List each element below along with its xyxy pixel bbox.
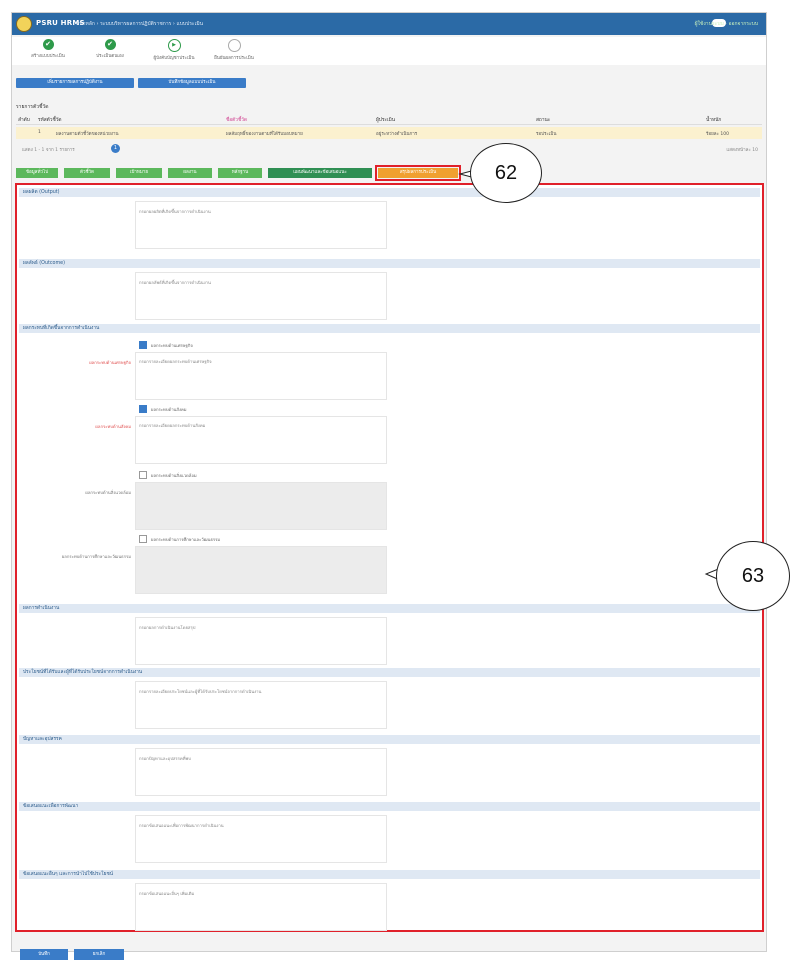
step-label: สร้างแบบประเมิน <box>31 54 65 59</box>
step-label: ประเมินตนเอง <box>96 54 124 59</box>
col-header: ชื่อตัวชี้วัด <box>226 118 248 123</box>
col-header: น้ำหนัก <box>706 118 722 123</box>
field-placeholder: กรอกข้อเสนอแนะเพื่อการพัฒนาการดำเนินงาน <box>139 823 224 828</box>
breadcrumb[interactable]: หน้าหลัก › ระบบบริหารผลการปฏิบัติราชการ … <box>76 20 203 28</box>
field-label: ผลกระทบด้านเศรษฐกิจ <box>89 360 131 365</box>
page-button[interactable]: 1 <box>111 144 120 153</box>
pagination-info: แสดง 1 - 1 จาก 1 รายการ <box>22 148 75 153</box>
user-menu[interactable]: ผู้ใช้งานระบบ · ออกจากระบบ <box>695 20 758 28</box>
field-placeholder: กรอกปัญหาและอุปสรรคที่พบ <box>139 756 191 761</box>
field-placeholder: กรอกผลลัพธ์ที่เกิดขึ้นจากการดำเนินงาน <box>139 280 211 285</box>
tab-5[interactable]: แผนพัฒนาและข้อเสนอแนะ <box>268 168 372 178</box>
field-placeholder: กรอกผลการดำเนินงานโดยสรุป <box>139 625 196 630</box>
checkbox[interactable] <box>139 471 147 479</box>
checkbox[interactable] <box>139 341 147 349</box>
tab-0[interactable]: ข้อมูลทั่วไป <box>16 168 58 178</box>
row-cell: รอประเมิน <box>536 132 557 137</box>
tab-2[interactable]: เป้าหมาย <box>116 168 162 178</box>
section-title: ข้อเสนอแนะเพื่อการพัฒนา <box>19 802 760 811</box>
checkbox[interactable] <box>139 535 147 543</box>
cancel-button[interactable]: ยกเลิก <box>74 949 124 960</box>
field-placeholder: กรอกผลผลิตที่เกิดขึ้นจากการดำเนินงาน <box>139 209 211 214</box>
field-placeholder: กรอกรายละเอียดผลกระทบด้านสังคม <box>139 423 206 428</box>
row-cell: ร้อยละ 100 <box>706 132 729 137</box>
list-caption: รายการตัวชี้วัด <box>16 104 49 110</box>
app-window: PSRU HRMS หน้าหลัก › ระบบบริหารผลการปฏิบ… <box>11 12 767 960</box>
col-header: ผู้ประเมิน <box>376 118 396 123</box>
save-form-button[interactable]: บันทึกข้อมูลแบบประเมิน <box>138 78 246 88</box>
row-cell: 1 <box>38 130 41 135</box>
checkbox-label: ผลกระทบด้านเศรษฐกิจ <box>151 343 193 348</box>
callout-63: 63 <box>716 541 790 611</box>
field-label: ผลกระทบด้านการศึกษาและวัฒนธรรม <box>61 554 131 559</box>
tab-4[interactable]: หลักฐาน <box>218 168 262 178</box>
step-label: ผู้บังคับบัญชาประเมิน <box>153 56 195 61</box>
add-result-button[interactable]: เพิ่มรายการผลการปฏิบัติงาน <box>16 78 134 88</box>
save-button[interactable]: บันทึก <box>20 949 68 960</box>
col-header: ลำดับ <box>18 118 30 123</box>
check-circle-icon: ✔ <box>104 39 116 50</box>
step-label: ยืนยันผลการประเมิน <box>214 56 254 61</box>
workflow-steps: ✔ สร้างแบบประเมิน ✔ ประเมินตนเอง ▶ ผู้บังคับบ… <box>12 37 766 65</box>
field-label: ผลกระทบด้านสังคม <box>95 424 131 429</box>
top-navbar: PSRU HRMS หน้าหลัก › ระบบบริหารผลการปฏิบ… <box>12 13 766 35</box>
row-cell: ผลงานตามตัวชี้วัดของหน่วยงาน <box>56 132 119 137</box>
workflow-step[interactable]: ▶ ผู้บังคับบัญชาประเมิน <box>142 39 206 61</box>
checkbox-label: ผลกระทบด้านสิ่งแวดล้อม <box>151 473 197 478</box>
workflow-step[interactable]: ✔ ประเมินตนเอง <box>78 39 142 59</box>
section-title: ประโยชน์ที่ได้รับและผู้ที่ได้รับประโยชน์… <box>19 668 760 677</box>
empty-circle-icon <box>227 39 241 52</box>
section-title: ปัญหาและอุปสรรค <box>19 735 760 744</box>
checkbox-label: ผลกระทบด้านการศึกษาและวัฒนธรรม <box>151 537 221 542</box>
field-placeholder: กรอกรายละเอียดประโยชน์และผู้ที่ได้รับประ… <box>139 689 262 694</box>
checkbox[interactable] <box>139 405 147 413</box>
field-label: ผลกระทบด้านสิ่งแวดล้อม <box>85 490 131 495</box>
row-cell: ผลสัมฤทธิ์ของงานตามที่ได้รับมอบหมาย <box>226 132 303 137</box>
tab-1[interactable]: ตัวชี้วัด <box>64 168 110 178</box>
row-cell: อยู่ระหว่างดำเนินการ <box>376 132 418 137</box>
text-area[interactable] <box>135 546 387 594</box>
tab-3[interactable]: ผลงาน <box>168 168 212 178</box>
col-header: สถานะ <box>536 118 551 123</box>
field-placeholder: กรอกรายละเอียดผลกระทบด้านเศรษฐกิจ <box>139 359 212 364</box>
play-circle-icon: ▶ <box>167 39 181 52</box>
summary-panel: ผลผลิต (Output) กรอกผลผลิตที่เกิดขึ้นจากก… <box>15 183 764 932</box>
workflow-step[interactable]: ✔ สร้างแบบประเมิน <box>16 39 80 59</box>
field-placeholder: กรอกข้อเสนอแนะอื่นๆ เพิ่มเติม <box>139 891 195 896</box>
section-title: ผลการดำเนินงาน <box>19 604 760 613</box>
section-title: ผลกระทบที่เกิดขึ้นจากการดำเนินงาน <box>19 324 760 333</box>
table-header: ลำดับ รหัสตัวชี้วัด ชื่อตัวชี้วัด ผู้ประ… <box>16 114 762 125</box>
callout-62: 62 <box>470 143 542 203</box>
check-circle-icon: ✔ <box>42 39 54 50</box>
university-logo-icon <box>16 16 32 32</box>
table-row[interactable]: 1 ผลงานตามตัวชี้วัดของหน่วยงาน ผลสัมฤทธิ… <box>16 127 762 139</box>
checkbox-label: ผลกระทบด้านสังคม <box>151 407 187 412</box>
col-header: รหัสตัวชี้วัด <box>38 118 62 123</box>
section-title: ข้อเสนอแนะอื่นๆ และการนำไปใช้ประโยชน์ <box>19 870 760 879</box>
page-size-select[interactable]: แสดงหน้าละ 10 <box>726 146 758 153</box>
text-area[interactable] <box>135 482 387 530</box>
section-title: ผลผลิต (Output) <box>19 188 760 197</box>
workflow-step[interactable]: ยืนยันผลการประเมิน <box>202 39 266 61</box>
section-title: ผลลัพธ์ (Outcome) <box>19 259 760 268</box>
